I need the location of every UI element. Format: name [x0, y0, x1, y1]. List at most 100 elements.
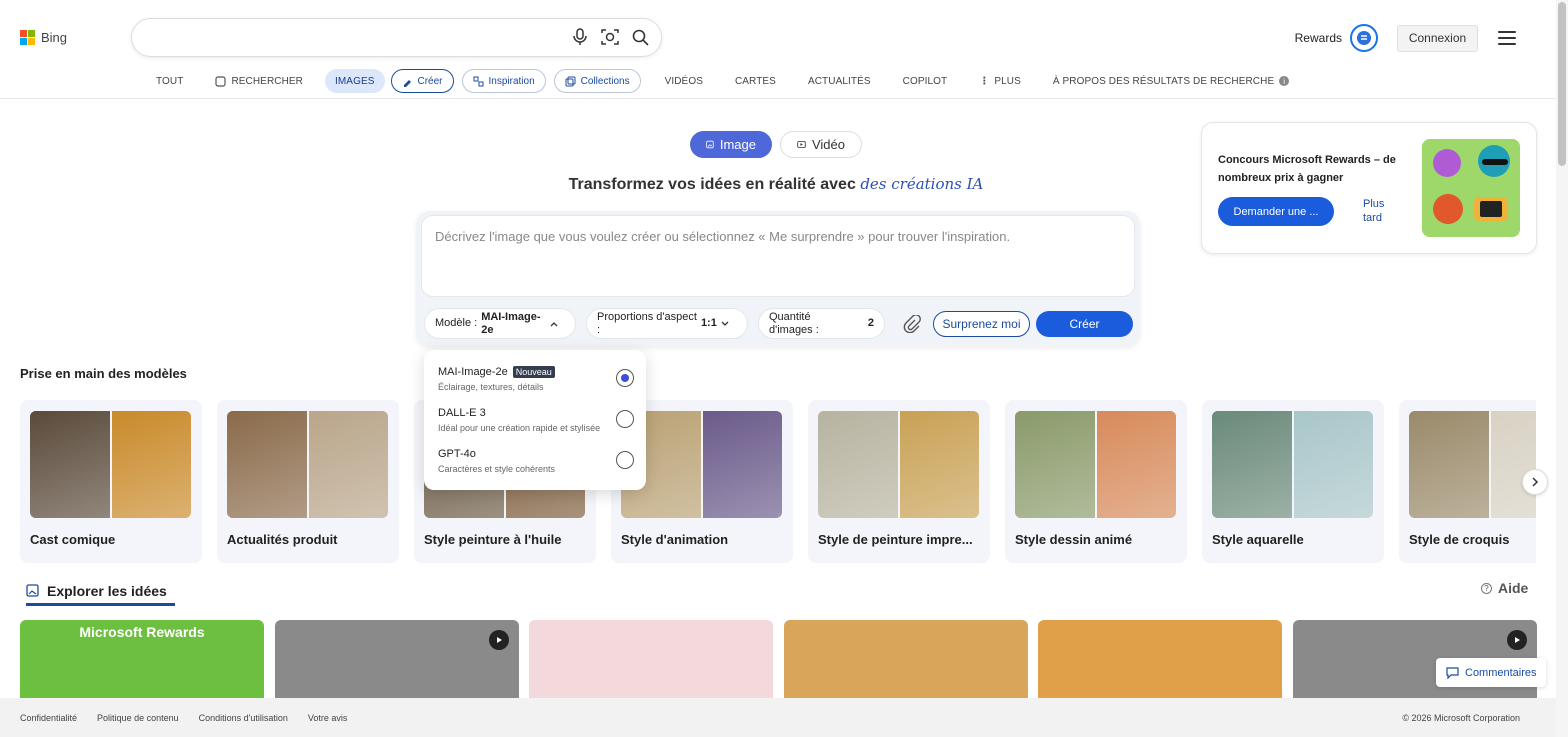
model-card-thumbnail: [1212, 411, 1292, 518]
chevron-up-icon: [551, 321, 558, 326]
surprise-me-button[interactable]: Surprenez moi: [933, 310, 1030, 337]
model-card[interactable]: Style de peinture impre...: [808, 400, 990, 563]
model-card-title: Style d'animation: [621, 532, 729, 547]
model-card-title: Style aquarelle: [1212, 532, 1304, 547]
model-card-thumbnail: [702, 411, 782, 518]
inspiration-icon: [473, 76, 484, 86]
model-card[interactable]: Style de croquis: [1399, 400, 1536, 563]
new-badge: Nouveau: [512, 366, 555, 378]
model-card-title: Actualités produit: [227, 532, 338, 547]
model-card-thumbnail: [1015, 411, 1095, 518]
video-toggle-button[interactable]: Vidéo: [780, 131, 862, 158]
search-input[interactable]: [131, 18, 662, 57]
explore-tile[interactable]: [1038, 620, 1282, 700]
tab-rechercher[interactable]: RECHERCHER: [199, 69, 319, 93]
prompt-textarea[interactable]: Décrivez l'image que vous voulez créer o…: [421, 215, 1135, 297]
rewards-medal-icon[interactable]: [1350, 24, 1378, 52]
tab-collections[interactable]: Collections: [553, 69, 641, 93]
signin-button[interactable]: Connexion: [1397, 24, 1478, 52]
model-card-title: Style de croquis: [1409, 532, 1510, 547]
attach-paperclip-icon[interactable]: [901, 313, 923, 335]
explore-ideas-tab[interactable]: Explorer les idées: [26, 578, 175, 606]
image-toggle-button[interactable]: Image: [690, 131, 772, 158]
visual-search-icon[interactable]: [601, 28, 619, 46]
chevron-down-icon: [721, 321, 729, 326]
microphone-icon[interactable]: [571, 28, 589, 46]
bing-logo[interactable]: Bing: [20, 30, 67, 45]
aspect-ratio-select[interactable]: Proportions d'aspect: 1:1: [586, 308, 748, 339]
model-card-thumbnails: [1409, 411, 1536, 518]
promo-request-button[interactable]: Demander une ...: [1218, 197, 1334, 226]
model-card-thumbnail: [111, 411, 191, 518]
explore-tile-label: Microsoft Rewards: [79, 624, 205, 640]
model-card-thumbnails: [1212, 411, 1373, 518]
model-card[interactable]: Style aquarelle: [1202, 400, 1384, 563]
radio-unselected[interactable]: [616, 410, 634, 428]
tab-plus[interactable]: ⋮ PLUS: [963, 69, 1037, 93]
model-dropdown: MAI-Image-2e Nouveau Éclairage, textures,…: [424, 350, 646, 490]
radio-selected[interactable]: [616, 369, 634, 387]
model-option-dalle-3[interactable]: DALL-E 3 Idéal pour une création rapide …: [438, 407, 634, 433]
video-icon: [797, 140, 806, 149]
hamburger-menu-icon[interactable]: [1498, 31, 1516, 45]
create-button[interactable]: Créer: [1036, 310, 1133, 337]
copyright: © 2026 Microsoft Corporation: [1402, 712, 1520, 723]
footer-link-content-policy[interactable]: Politique de contenu: [97, 713, 179, 723]
model-card[interactable]: Actualités produit: [217, 400, 399, 563]
model-card-title: Style de peinture impre...: [818, 532, 973, 547]
explore-tile[interactable]: Microsoft Rewards: [20, 620, 264, 700]
model-card[interactable]: Style dessin animé: [1005, 400, 1187, 563]
tab-copilot[interactable]: COPILOT: [887, 69, 964, 93]
model-cards-carousel: Cast comique Actualités produit Style pein…: [20, 400, 1536, 564]
comment-icon: [1446, 666, 1459, 679]
search-icon[interactable]: [631, 28, 649, 46]
tab-actualites[interactable]: ACTUALITÉS: [792, 69, 887, 93]
microsoft-logo-icon: [20, 30, 35, 45]
model-card-title: Style peinture à l'huile: [424, 532, 562, 547]
explore-tile[interactable]: [783, 620, 1028, 700]
model-card-thumbnail: [227, 411, 307, 518]
tab-tout[interactable]: TOUT: [140, 69, 199, 93]
footer-link-terms[interactable]: Conditions d'utilisation: [199, 713, 288, 723]
scrollbar-thumb[interactable]: [1558, 2, 1566, 166]
help-link[interactable]: ? Aide: [1481, 580, 1528, 596]
promo-later-link[interactable]: Plus tard: [1363, 197, 1384, 225]
page: Bing Rewards Connexion TOUT RECHERCHER I…: [0, 0, 1568, 737]
promo-title: Concours Microsoft Rewards – de nombreux…: [1218, 154, 1396, 184]
carousel-next-icon[interactable]: [1522, 469, 1548, 495]
model-card-thumbnails: [30, 411, 191, 518]
model-card-thumbnails: [818, 411, 979, 518]
model-card-title: Style dessin animé: [1015, 532, 1133, 547]
footer-link-privacy[interactable]: Confidentialité: [20, 713, 77, 723]
logo-text: Bing: [41, 30, 68, 45]
model-option-mai-image-2e[interactable]: MAI-Image-2e Nouveau Éclairage, textures,…: [438, 366, 634, 392]
tab-inspiration[interactable]: Inspiration: [461, 69, 546, 93]
model-card-thumbnail: [308, 411, 388, 518]
feedback-button[interactable]: Commentaires: [1436, 658, 1546, 687]
radio-unselected[interactable]: [616, 451, 634, 469]
model-card-title: Cast comique: [30, 532, 116, 547]
model-card-thumbnail: [899, 411, 979, 518]
play-icon[interactable]: [1506, 630, 1527, 650]
play-icon[interactable]: [488, 630, 509, 650]
explore-tile[interactable]: [529, 620, 773, 700]
model-card[interactable]: Cast comique: [20, 400, 202, 563]
tab-videos[interactable]: VIDÉOS: [649, 69, 719, 93]
rewards-label[interactable]: Rewards: [1295, 31, 1342, 45]
footer-link-feedback[interactable]: Votre avis: [308, 713, 348, 723]
model-option-gpt-4o[interactable]: GPT-4o Caractères et style cohérents: [438, 448, 634, 474]
nav-tabs: TOUT RECHERCHER IMAGES Créer Inspiration…: [140, 68, 1305, 94]
image-quantity-stepper[interactable]: Quantité d'images : 2: [758, 308, 885, 339]
tab-about-results[interactable]: À PROPOS DES RÉSULTATS DE RECHERCHE i: [1037, 69, 1305, 93]
tab-images[interactable]: IMAGES: [325, 69, 385, 93]
model-card-thumbnail: [30, 411, 110, 518]
page-scrollbar[interactable]: [1556, 0, 1568, 737]
info-icon: i: [1279, 76, 1290, 86]
model-select[interactable]: Modèle : MAI-Image- 2e: [424, 308, 576, 339]
media-toggle: Image Vidéo: [690, 131, 862, 158]
collections-icon: [565, 76, 576, 86]
tab-creer[interactable]: Créer: [390, 69, 454, 93]
tab-cartes[interactable]: CARTES: [719, 69, 792, 93]
models-section-title: Prise en main des modèles: [20, 366, 187, 381]
explore-tile[interactable]: [274, 620, 519, 700]
